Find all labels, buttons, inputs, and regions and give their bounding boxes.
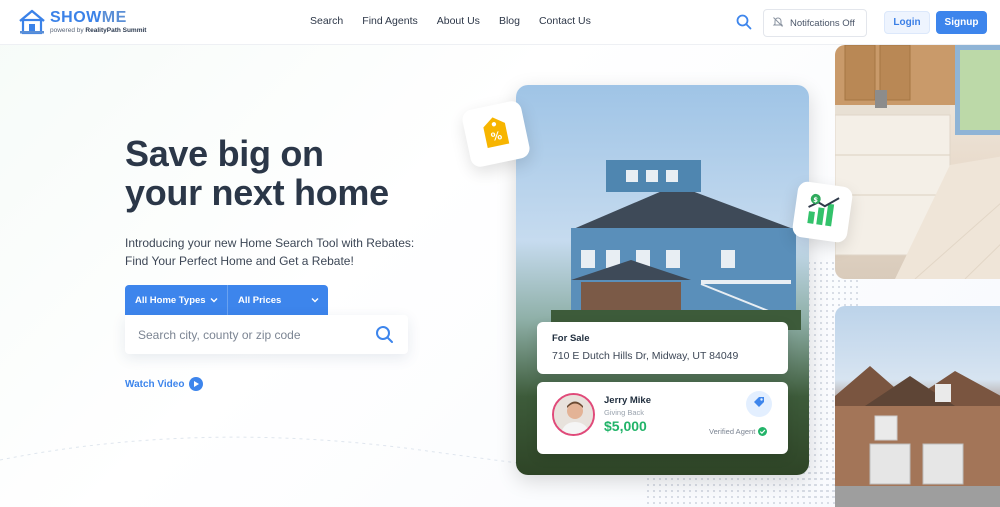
decorative-dots bbox=[645, 470, 845, 507]
agent-name: Jerry Mike bbox=[604, 395, 652, 406]
verified-agent-badge: Verified Agent bbox=[709, 427, 768, 436]
prices-label: All Prices bbox=[238, 294, 282, 306]
signup-button[interactable]: Signup bbox=[936, 11, 987, 34]
kitchen-photo bbox=[835, 45, 1000, 279]
search-icon[interactable] bbox=[736, 14, 752, 30]
top-navbar: SHOWME powered by RealityPath Summit Sea… bbox=[0, 0, 1000, 45]
location-search-box bbox=[125, 315, 408, 354]
search-filters: All Home Types All Prices bbox=[125, 285, 328, 315]
brand-name-me: ME bbox=[101, 8, 127, 26]
search-icon[interactable] bbox=[375, 325, 394, 344]
nav-link-about-us[interactable]: About Us bbox=[437, 15, 480, 27]
decorative-dashed-arc bbox=[0, 436, 600, 473]
play-icon bbox=[189, 377, 204, 391]
hero-title-line-2: your next home bbox=[125, 172, 389, 213]
hero-title-line-1: Save big on bbox=[125, 133, 324, 174]
notifications-label: Notifcations Off bbox=[790, 17, 855, 29]
hero-description-line-2: Find Your Perfect Home and Get a Rebate! bbox=[125, 254, 354, 268]
verified-agent-label: Verified Agent bbox=[709, 427, 756, 436]
nav-link-search[interactable]: Search bbox=[310, 15, 343, 27]
home-types-label: All Home Types bbox=[135, 294, 206, 306]
discount-tag-icon: % bbox=[477, 112, 514, 156]
agent-subtitle: Giving Back bbox=[604, 408, 645, 417]
home-types-dropdown[interactable]: All Home Types bbox=[125, 285, 228, 315]
prices-dropdown[interactable]: All Prices bbox=[228, 285, 328, 315]
nav-link-blog[interactable]: Blog bbox=[499, 15, 520, 27]
rebate-tag-button[interactable] bbox=[746, 391, 772, 417]
watch-video-label: Watch Video bbox=[125, 378, 185, 390]
chevron-down-icon bbox=[311, 296, 319, 304]
rebate-amount: $5,000 bbox=[604, 418, 647, 434]
check-icon bbox=[758, 427, 768, 436]
hero-description: Introducing your new Home Search Tool wi… bbox=[125, 234, 425, 270]
money-growth-chart-icon: $ bbox=[802, 190, 843, 234]
brand-tagline-prefix: powered by bbox=[50, 26, 86, 34]
hero-title: Save big on your next home bbox=[125, 134, 465, 212]
agent-card[interactable]: Jerry Mike Giving Back $5,000 Verified A… bbox=[537, 382, 788, 454]
brick-house-photo bbox=[835, 306, 1000, 507]
brand-name-show: SHOW bbox=[50, 8, 102, 26]
house-icon bbox=[18, 9, 46, 35]
login-button[interactable]: Login bbox=[884, 11, 930, 34]
svg-text:%: % bbox=[490, 128, 503, 143]
house-illustration bbox=[551, 160, 801, 330]
avatar bbox=[552, 393, 595, 436]
nav-link-contact-us[interactable]: Contact Us bbox=[539, 15, 591, 27]
listing-info-card[interactable]: For Sale 710 E Dutch Hills Dr, Midway, U… bbox=[537, 322, 788, 374]
discount-badge: % bbox=[460, 99, 532, 169]
savings-chart-badge: $ bbox=[791, 180, 854, 244]
brand-tagline-company: RealityPath Summit bbox=[85, 26, 147, 34]
bell-off-icon bbox=[772, 16, 784, 31]
brand-logo[interactable]: SHOWME powered by RealityPath Summit bbox=[18, 9, 146, 35]
listing-status: For Sale bbox=[552, 333, 590, 344]
location-search-input[interactable] bbox=[138, 327, 358, 342]
brand-name: SHOWME bbox=[50, 8, 146, 26]
chevron-down-icon bbox=[210, 296, 218, 304]
nav-link-find-agents[interactable]: Find Agents bbox=[362, 15, 417, 27]
notifications-toggle[interactable]: Notifcations Off bbox=[763, 9, 867, 37]
brand-tagline: powered by RealityPath Summit bbox=[50, 26, 147, 35]
nav-links: Search Find Agents About Us Blog Contact… bbox=[310, 15, 591, 27]
watch-video-link[interactable]: Watch Video bbox=[125, 377, 204, 391]
hero-description-line-1: Introducing your new Home Search Tool wi… bbox=[125, 236, 415, 250]
listing-address: 710 E Dutch Hills Dr, Midway, UT 84049 bbox=[552, 350, 739, 362]
price-tag-icon bbox=[752, 395, 766, 414]
